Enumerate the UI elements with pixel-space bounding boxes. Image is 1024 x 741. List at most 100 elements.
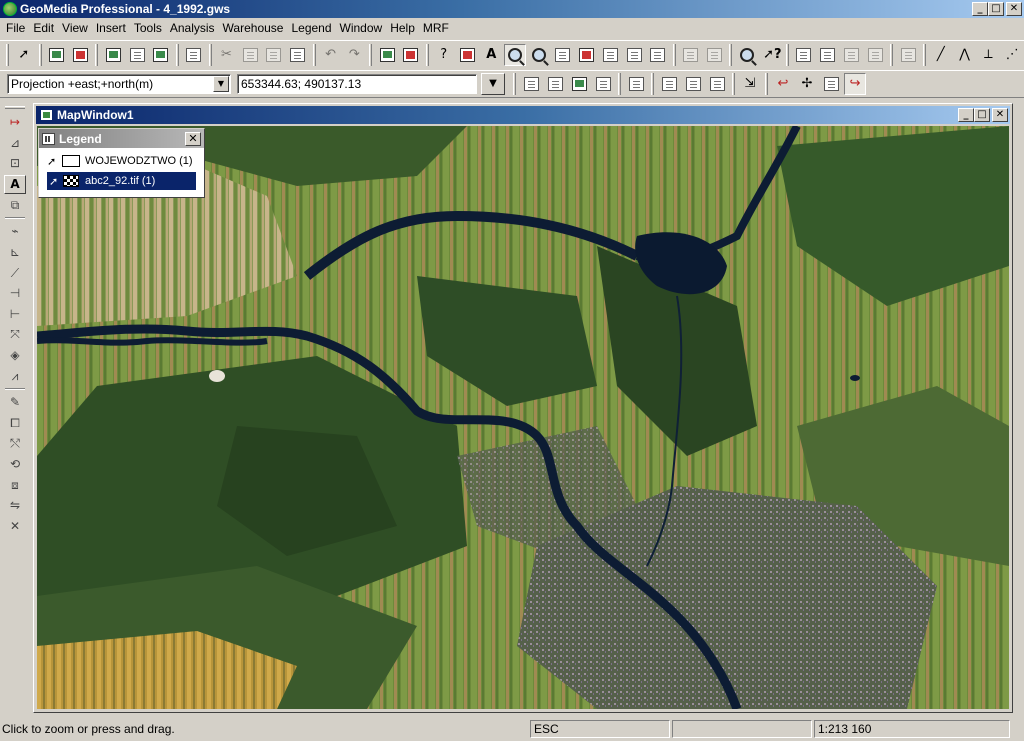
zoom-fit-button[interactable] <box>576 44 598 66</box>
place-line-button[interactable]: ⊿ <box>4 133 26 152</box>
close-button[interactable]: ✕ <box>1006 2 1022 16</box>
insert-line-button[interactable] <box>544 73 566 95</box>
tile-button[interactable] <box>897 44 919 66</box>
projection-combo[interactable]: Projection +east;+north(m) ▼ <box>7 74 231 94</box>
label-button[interactable]: ⧉ <box>4 196 26 215</box>
warehouse-button[interactable] <box>150 44 172 66</box>
menu-mrf[interactable]: MRF <box>419 19 453 37</box>
paste-button[interactable] <box>263 44 285 66</box>
menu-legend[interactable]: Legend <box>287 19 335 37</box>
draw-polyline-button[interactable]: ⋀ <box>954 44 976 66</box>
minimize-button[interactable]: _ <box>972 2 988 16</box>
move-feature-button[interactable]: ⤲ <box>4 434 26 453</box>
whats-this-button[interactable]: ➚? <box>760 44 782 66</box>
trim-to-button[interactable]: ⊢ <box>4 305 26 324</box>
undo-button[interactable]: ↶ <box>320 44 342 66</box>
satellite-image[interactable] <box>37 126 1009 709</box>
overview-button[interactable] <box>647 44 669 66</box>
import-button[interactable] <box>864 44 886 66</box>
place-area-button[interactable]: ⊡ <box>4 154 26 173</box>
draw-line-button[interactable]: ╱ <box>930 44 952 66</box>
menu-view[interactable]: View <box>58 19 92 37</box>
data-window-button[interactable] <box>793 44 815 66</box>
delete-feature-button[interactable]: ✕ <box>4 516 26 535</box>
continue-geometry-button[interactable]: ⌁ <box>4 222 26 241</box>
print-button[interactable] <box>183 44 205 66</box>
find-button[interactable] <box>736 44 758 66</box>
copy-button[interactable] <box>239 44 261 66</box>
vertex-button[interactable]: ⇲ <box>739 73 761 95</box>
zoom-in-button[interactable] <box>504 43 527 66</box>
legend-entry-wojewodztwo[interactable]: ➚ WOJEWODZTWO (1) <box>39 152 204 170</box>
map-close-button[interactable]: ✕ <box>992 108 1008 122</box>
new-geoworkspace-button[interactable] <box>46 44 68 66</box>
query-button[interactable]: ? <box>433 44 455 66</box>
split-button[interactable]: ✢ <box>796 73 818 95</box>
toolbar-grip[interactable] <box>5 106 25 109</box>
pan-button[interactable] <box>599 44 621 66</box>
layer-properties-button[interactable] <box>457 44 479 66</box>
coordinate-dropdown-button[interactable]: ▼ <box>481 73 505 95</box>
menu-insert[interactable]: Insert <box>92 19 130 37</box>
add-legend-entry-button[interactable] <box>376 44 398 66</box>
copy-feature-button[interactable]: ⧠ <box>4 413 26 432</box>
extend-button[interactable]: ⟋ <box>4 263 26 282</box>
chevron-down-icon[interactable]: ▼ <box>213 76 229 92</box>
save-button[interactable] <box>102 44 124 66</box>
layout-window-button[interactable] <box>817 44 839 66</box>
menu-tools[interactable]: Tools <box>130 19 166 37</box>
redo-button[interactable]: ↷ <box>343 44 365 66</box>
attribute-button[interactable] <box>625 73 647 95</box>
trim-button[interactable]: ⊣ <box>4 284 26 303</box>
zoom-out-button[interactable] <box>528 44 550 66</box>
menu-warehouse[interactable]: Warehouse <box>219 19 288 37</box>
edit-feature-button[interactable]: ✎ <box>4 393 26 412</box>
cut-button[interactable]: ✂ <box>216 44 238 66</box>
legend-close-button[interactable]: ✕ <box>185 131 201 146</box>
insert-area-button[interactable] <box>520 73 542 95</box>
insert-point-button[interactable] <box>568 73 590 95</box>
properties-map-button[interactable] <box>820 73 842 95</box>
select-tool-button[interactable]: ➚ <box>13 44 35 66</box>
export-button[interactable] <box>841 44 863 66</box>
intersect-button[interactable]: ⤧ <box>4 325 26 344</box>
measure-button[interactable]: ⟂ <box>978 44 1000 66</box>
rotate-feature-button[interactable]: ⟲ <box>4 455 26 474</box>
redigitize-button[interactable]: ⇋ <box>4 496 26 515</box>
open-connection-button[interactable] <box>126 44 148 66</box>
fillet-button[interactable]: ◈ <box>4 346 26 365</box>
place-point-button[interactable]: ↦ <box>4 113 26 132</box>
map-minimize-button[interactable]: _ <box>958 108 974 122</box>
continuous-mode-button[interactable]: ↪ <box>844 73 866 95</box>
menu-analysis[interactable]: Analysis <box>166 19 219 37</box>
menu-file[interactable]: File <box>2 19 29 37</box>
insert-feature-button[interactable] <box>592 73 614 95</box>
zoom-previous-button[interactable] <box>552 44 574 66</box>
map-canvas[interactable] <box>37 126 1009 709</box>
snap-end-button[interactable] <box>682 73 704 95</box>
refresh-button[interactable] <box>623 44 645 66</box>
place-text-button[interactable]: A <box>4 174 26 194</box>
delete-button[interactable] <box>704 44 726 66</box>
open-geoworkspace-button[interactable] <box>70 44 92 66</box>
legend-entry-abc2-92[interactable]: ➚ abc2_92.tif (1) <box>47 172 196 190</box>
menu-edit[interactable]: Edit <box>29 19 58 37</box>
construct-button[interactable]: ⩘ <box>4 366 26 385</box>
toolbar-grip[interactable] <box>6 43 9 66</box>
snap-button[interactable] <box>658 73 680 95</box>
map-maximize-button[interactable]: □ <box>974 108 990 122</box>
camera-button[interactable] <box>287 44 309 66</box>
more-button[interactable]: ⋰ <box>1001 44 1023 66</box>
insert-vertex-button[interactable]: ⊾ <box>4 243 26 262</box>
properties-button[interactable] <box>680 44 702 66</box>
style-button[interactable] <box>400 44 422 66</box>
maximize-button[interactable]: □ <box>988 2 1004 16</box>
menu-help[interactable]: Help <box>386 19 419 37</box>
coordinate-field[interactable]: 653344.63; 490137.13 <box>237 74 477 94</box>
menu-window[interactable]: Window <box>336 19 387 37</box>
legend-panel[interactable]: Legend ✕ ➚ WOJEWODZTWO (1) ➚ abc2_92.tif… <box>38 128 205 198</box>
merge-feature-button[interactable]: ⧈ <box>4 475 26 494</box>
legend-title-bar[interactable]: Legend ✕ <box>39 129 204 148</box>
insert-text-button[interactable]: A <box>480 44 502 66</box>
edit-geometry-button[interactable]: ↩ <box>772 73 794 95</box>
